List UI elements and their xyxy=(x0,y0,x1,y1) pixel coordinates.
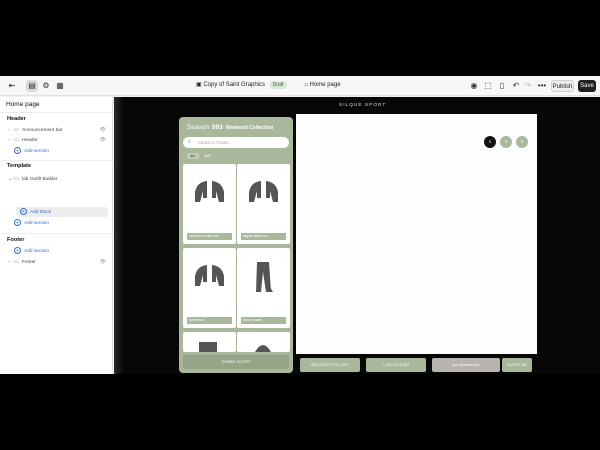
visibility-eye-icon[interactable]: 👁 xyxy=(100,136,106,145)
outfit-step-3[interactable]: 3 xyxy=(516,136,528,148)
product-label: seamless baby tee xyxy=(187,233,232,240)
mobile-preview-icon[interactable]: ▯ xyxy=(496,80,508,92)
add-section-footer[interactable]: + Add section xyxy=(14,247,49,256)
plus-circle-icon: + xyxy=(14,219,21,226)
settings-gear-icon[interactable]: ⚙ xyxy=(40,80,52,92)
email-input[interactable]: your@email.com xyxy=(432,358,500,372)
group-title-template: Template xyxy=(7,163,32,169)
section-item-header[interactable]: › ▭ Header 👁 xyxy=(8,136,108,145)
theme-info: ▣ Copy of Saint Graphics Draft ⌂ Home pa… xyxy=(196,81,341,89)
add-section-label: Add section xyxy=(24,221,50,226)
section-icon: ▭ xyxy=(14,177,19,182)
divider xyxy=(0,233,113,234)
section-label: Header xyxy=(22,138,38,143)
section-icon: ▭ xyxy=(14,260,19,265)
plus-circle-icon: + xyxy=(14,147,21,154)
add-block-label: Add block xyxy=(30,210,52,215)
add-outfit-to-cart-button[interactable]: ADD OUTFIT TO CART xyxy=(300,358,360,372)
product-image xyxy=(199,342,217,352)
redo-icon[interactable]: ↷ xyxy=(522,80,534,92)
add-section-header[interactable]: + Add section xyxy=(14,147,49,156)
filter-chip-all[interactable]: ALL xyxy=(187,153,200,159)
preview-shadow xyxy=(114,97,124,374)
exit-icon[interactable]: ⇤ xyxy=(6,80,18,92)
page-selector[interactable]: Home page xyxy=(310,82,341,88)
turtleneck-image xyxy=(195,265,224,286)
undo-icon[interactable]: ↶ xyxy=(510,80,522,92)
season-number: 003 xyxy=(212,124,223,131)
sections-icon[interactable]: ▤ xyxy=(26,80,38,92)
more-options-icon[interactable]: ••• xyxy=(536,80,548,92)
product-label: flared pants xyxy=(241,317,286,324)
season-label: Season xyxy=(187,124,210,131)
storefront-preview: SILQUE SPORT Season 003 Weekend Collection… xyxy=(114,97,600,374)
site-title[interactable]: SILQUE SPORT xyxy=(339,103,386,108)
pointer-icon[interactable]: ⬚ xyxy=(482,80,494,92)
divider xyxy=(0,112,113,113)
product-card[interactable]: raglan back top xyxy=(237,164,290,244)
sections-sidebar: Home page Header › ▭ Announcement bar 👁 › ▭… xyxy=(0,97,113,374)
section-item-outfit-builder[interactable]: ⌄ ▭ lab Outfit Builder xyxy=(8,175,108,184)
section-label: lab Outfit Builder xyxy=(22,177,58,182)
section-item-announcement-bar[interactable]: › ▭ Announcement bar 👁 xyxy=(8,126,108,135)
product-card[interactable]: turtleneck xyxy=(183,248,236,328)
shirt-image xyxy=(249,181,278,202)
product-card[interactable]: flared pants xyxy=(237,248,290,328)
section-icon: ▭ xyxy=(14,128,19,133)
notify-me-button[interactable]: NOTIFY ME xyxy=(502,358,532,372)
filter-chip-we[interactable]: W/E xyxy=(201,153,214,159)
add-section-label: Add section xyxy=(24,149,50,154)
search-input[interactable]: ⌕ SEARCH ITEMS... xyxy=(183,137,289,148)
editor-topbar: ⇤ ▤ ⚙ ▦ ▣ Copy of Saint Graphics Draft ⌂… xyxy=(0,76,600,96)
share-outfit-button[interactable]: SHARE OUTFIT xyxy=(183,355,289,369)
divider xyxy=(0,160,113,161)
outfit-step-1[interactable]: 1 xyxy=(484,136,496,148)
product-image xyxy=(255,345,271,352)
publish-button[interactable]: Publish xyxy=(551,80,574,92)
inspector-icon[interactable]: ◉ xyxy=(468,80,480,92)
plus-circle-icon: + xyxy=(14,247,21,254)
add-to-cart-button[interactable]: + ADD TO CART xyxy=(366,358,426,372)
group-title-footer: Footer xyxy=(7,237,25,243)
theme-editor-window: ⇤ ▤ ⚙ ▦ ▣ Copy of Saint Graphics Draft ⌂… xyxy=(0,76,600,374)
outfit-step-2[interactable]: 2 xyxy=(500,136,512,148)
page-title: Home page xyxy=(6,101,40,108)
section-label: Announcement bar xyxy=(22,128,63,133)
product-card[interactable] xyxy=(183,332,236,352)
section-label: Footer xyxy=(22,260,36,265)
product-card[interactable]: seamless baby tee xyxy=(183,164,236,244)
add-section-label: Add section xyxy=(24,249,50,254)
section-icon: ▭ xyxy=(14,138,19,143)
panel-heading: Season 003 Weekend Collection xyxy=(187,124,273,131)
add-block[interactable]: + Add block xyxy=(20,208,51,217)
visibility-eye-icon[interactable]: 👁 xyxy=(100,126,106,135)
search-icon: ⌕ xyxy=(188,139,191,145)
save-button[interactable]: Save xyxy=(578,80,596,92)
visibility-eye-icon[interactable]: 👁 xyxy=(100,258,106,267)
product-card[interactable] xyxy=(237,332,290,352)
status-badge: Draft xyxy=(269,81,287,89)
plus-circle-icon: + xyxy=(20,208,27,215)
outfit-builder-panel: Season 003 Weekend Collection ⌕ SEARCH ITEM… xyxy=(179,117,293,373)
product-label: raglan back top xyxy=(241,233,286,240)
group-title-header: Header xyxy=(7,116,26,122)
collection-name: Weekend Collection xyxy=(225,125,274,131)
section-item-footer[interactable]: › ▭ Footer 👁 xyxy=(8,258,108,267)
theme-title[interactable]: Copy of Saint Graphics xyxy=(203,82,265,88)
outfit-canvas[interactable]: 1 2 3 xyxy=(296,114,537,354)
shirt-image xyxy=(195,181,224,202)
apps-grid-icon[interactable]: ▦ xyxy=(54,80,66,92)
product-label: turtleneck xyxy=(187,317,232,324)
search-placeholder: SEARCH ITEMS... xyxy=(198,140,232,145)
add-section-template[interactable]: + Add section xyxy=(14,219,49,228)
pants-image xyxy=(256,262,273,292)
